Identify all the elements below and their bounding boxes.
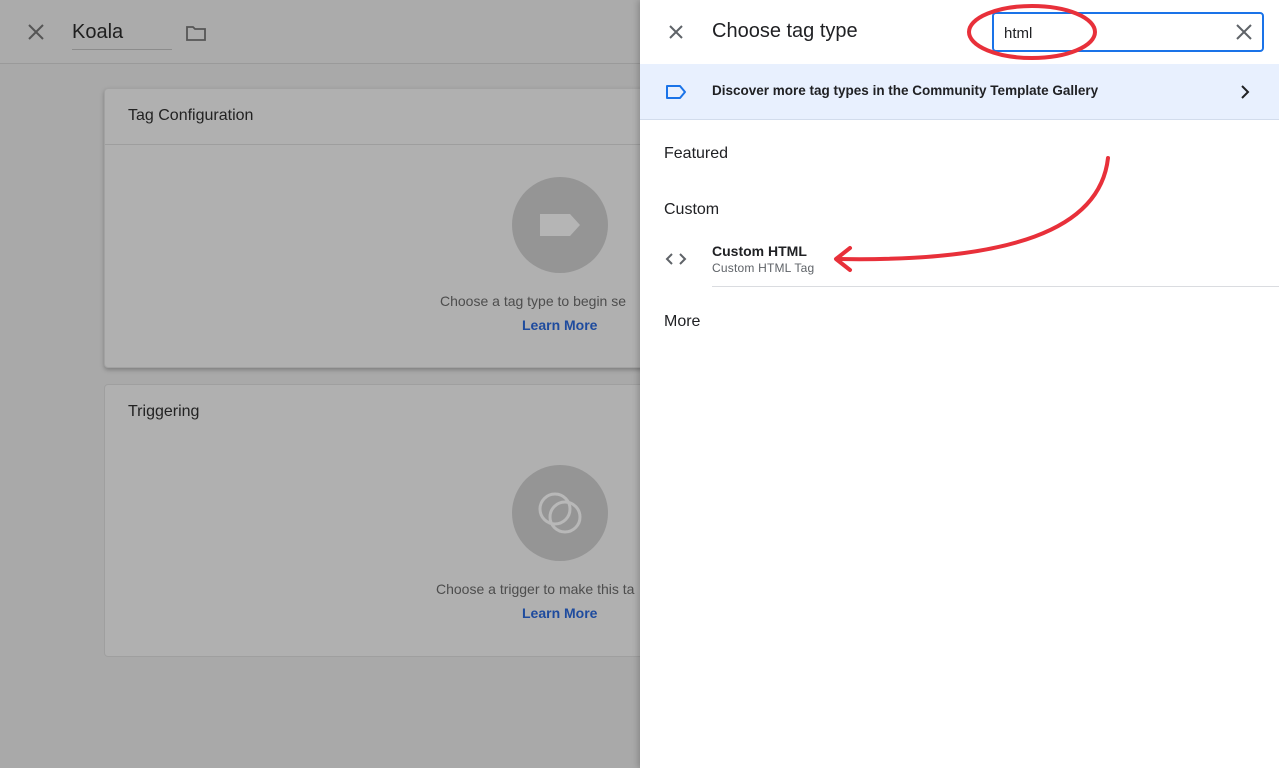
learn-more-link[interactable]: Learn More [522,317,597,333]
choose-tag-type-panel: Choose tag type Discover more tag types … [640,0,1279,768]
tag-outline-icon [666,85,686,99]
tag-type-custom-html[interactable]: Custom HTML Custom HTML Tag [640,234,1279,288]
chevron-right-icon [1241,85,1250,99]
clear-icon[interactable] [1234,22,1254,42]
tag-editor-background: Koala Tag Configuration Choose a tag typ… [0,0,664,768]
section-featured: Featured [664,145,729,162]
triggering-card[interactable]: Triggering Choose a trigger to make this… [104,384,664,657]
triggering-hint: Choose a trigger to make this ta [436,581,635,597]
tag-config-hint: Choose a tag type to begin se [440,293,627,309]
trigger-icon [538,492,582,534]
tag-type-name: Custom HTML [712,243,807,259]
tag-type-placeholder[interactable] [512,177,608,273]
gallery-banner-text: Discover more tag types in the Community… [712,83,1099,98]
section-custom: Custom [664,201,720,218]
tag-type-description: Custom HTML Tag [712,261,815,275]
tag-configuration-card[interactable]: Tag Configuration Choose a tag type to b… [104,88,664,368]
card-title: Tag Configuration [128,107,254,124]
close-icon[interactable] [664,20,688,44]
divider [105,144,663,145]
search-input[interactable] [1004,22,1224,44]
community-gallery-banner[interactable]: Discover more tag types in the Community… [640,64,1279,120]
card-title: Triggering [128,403,200,420]
trigger-placeholder[interactable] [512,465,608,561]
code-brackets-icon [665,253,687,265]
close-icon[interactable] [24,20,48,44]
divider [712,286,1279,287]
section-more: More [664,313,701,330]
panel-title: Choose tag type [712,20,858,42]
learn-more-link[interactable]: Learn More [522,605,597,621]
search-box[interactable] [992,12,1264,52]
folder-icon[interactable] [184,21,208,45]
container-name-field[interactable]: Koala [72,20,172,50]
tag-icon [540,214,580,236]
editor-top-bar: Koala [0,0,640,64]
